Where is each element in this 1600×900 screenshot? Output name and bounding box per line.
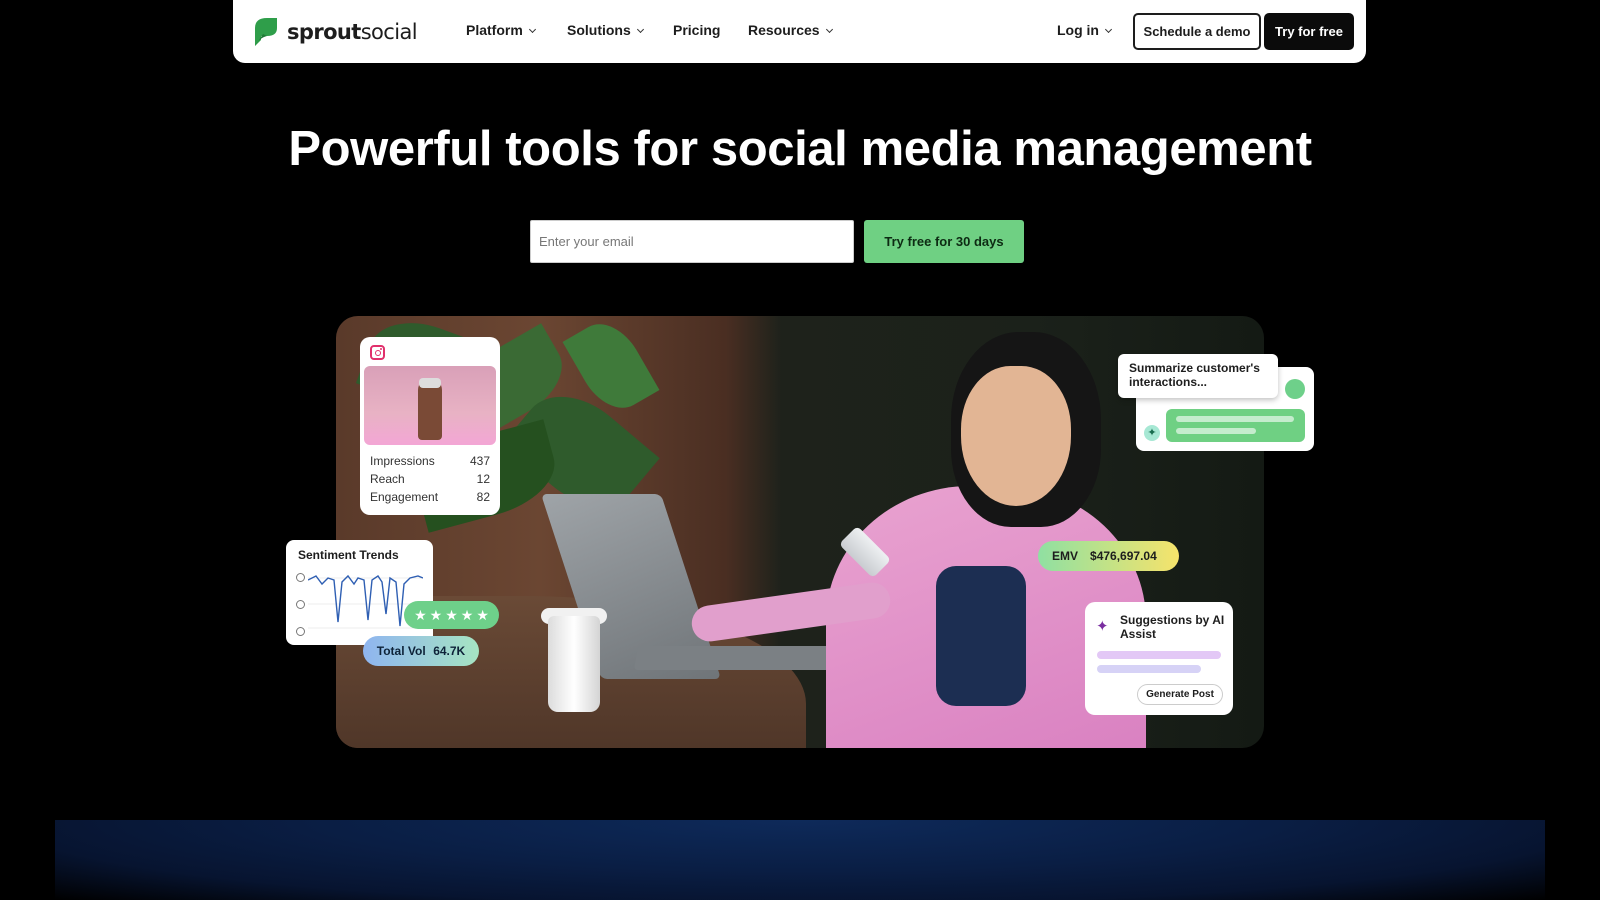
stat-row: Reach 12 <box>370 472 490 486</box>
instagram-post-card: Impressions 437 Reach 12 Engagement 82 <box>360 337 500 515</box>
person-face <box>961 366 1071 506</box>
logo-wordmark: sproutsocial <box>287 19 418 44</box>
chevron-down-icon <box>825 25 833 34</box>
text-line <box>1176 416 1294 422</box>
chevron-down-icon <box>636 25 644 34</box>
total-volume-badge: Total Vol 64.7K <box>363 636 479 666</box>
smile-icon <box>296 573 305 582</box>
suggestion-line <box>1097 665 1201 673</box>
nav-platform[interactable]: Platform <box>466 22 536 38</box>
nav-resources[interactable]: Resources <box>748 22 833 38</box>
next-section-band <box>55 820 1545 900</box>
nav-pricing[interactable]: Pricing <box>673 22 720 38</box>
email-input[interactable] <box>530 220 854 263</box>
star-rating: ★ ★ ★ ★ ★ <box>404 601 499 629</box>
neutral-face-icon <box>296 600 305 609</box>
text-line <box>1176 428 1256 434</box>
coffee-cup <box>548 616 600 712</box>
stat-row: Engagement 82 <box>370 490 490 504</box>
schedule-demo-button[interactable]: Schedule a demo <box>1133 13 1261 50</box>
summarize-prompt: Summarize customer's interactions... <box>1118 354 1278 398</box>
nav-solutions[interactable]: Solutions <box>567 22 644 38</box>
emv-badge: EMV $476,697.04 <box>1038 541 1179 571</box>
sprout-social-logo[interactable]: sproutsocial <box>253 16 418 47</box>
star-icon: ★ <box>445 606 458 623</box>
laptop-base <box>633 646 849 670</box>
sparkle-icon: ✦ <box>1144 425 1160 441</box>
frown-icon <box>296 627 305 636</box>
vr-headset <box>419 378 441 388</box>
generate-post-button[interactable]: Generate Post <box>1137 684 1223 705</box>
star-icon: ★ <box>476 606 489 623</box>
top-nav: sproutsocial Platform Solutions Pricing … <box>233 0 1366 63</box>
hero-title: Powerful tools for social media manageme… <box>288 122 1312 176</box>
suggestion-line <box>1097 651 1221 659</box>
person-top <box>936 566 1026 706</box>
try-free-30-days-button[interactable]: Try free for 30 days <box>864 220 1024 263</box>
avatar-dot <box>1285 379 1305 399</box>
post-image <box>364 366 496 445</box>
instagram-icon <box>370 345 385 360</box>
chevron-down-icon <box>528 25 536 34</box>
ai-sparkle-icon: ✦ <box>1096 618 1109 635</box>
chevron-down-icon <box>1104 25 1113 34</box>
ai-response-bubble <box>1166 409 1305 442</box>
ai-assist-title: Suggestions by AI Assist <box>1120 613 1225 641</box>
sentiment-trends-card: Sentiment Trends <box>286 540 433 645</box>
login-link[interactable]: Log in <box>1057 22 1113 38</box>
try-for-free-button[interactable]: Try for free <box>1264 13 1354 50</box>
stat-row: Impressions 437 <box>370 454 490 468</box>
star-icon: ★ <box>429 606 443 623</box>
star-icon: ★ <box>414 606 427 623</box>
sprout-leaf-icon <box>255 18 277 46</box>
star-icon: ★ <box>460 606 474 623</box>
sentiment-title: Sentiment Trends <box>298 548 399 562</box>
ai-assist-card: ✦ Suggestions by AI Assist Generate Post <box>1085 602 1233 715</box>
